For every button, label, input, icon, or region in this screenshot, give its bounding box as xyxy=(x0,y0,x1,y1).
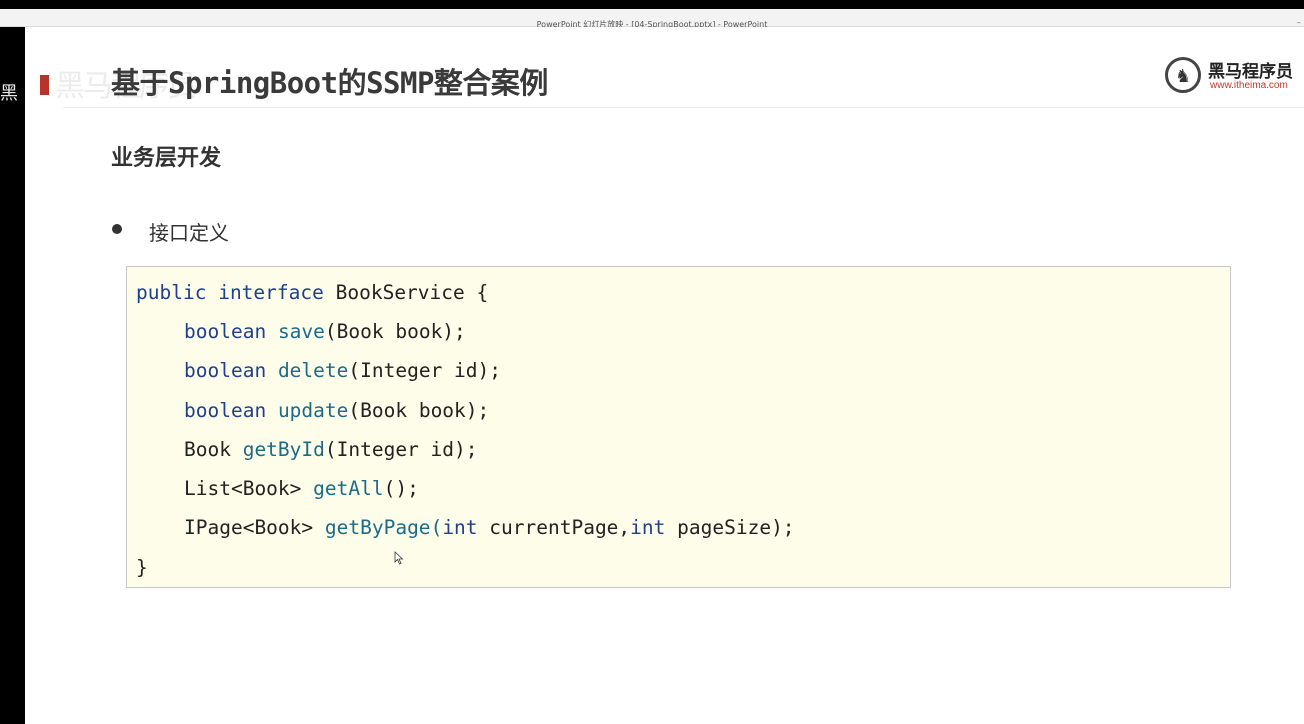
horse-logo-icon: ♞ xyxy=(1165,57,1201,93)
mouse-cursor-icon xyxy=(394,551,404,565)
code-method: delete xyxy=(277,359,349,382)
header-divider xyxy=(63,107,1304,108)
code-keyword: int xyxy=(442,516,478,539)
code-text: (Integer id); xyxy=(348,359,502,382)
section-heading: 业务层开发 xyxy=(111,146,222,171)
code-text: currentPage, xyxy=(477,516,631,539)
code-paren: ( xyxy=(430,516,443,539)
bullet-dot-icon xyxy=(112,224,122,234)
brand-logo: ♞ 黑马程序员 www.itheima.com xyxy=(1165,55,1299,97)
bullet-text: 接口定义 xyxy=(149,221,229,245)
code-type: boolean xyxy=(184,399,267,422)
code-text: pageSize); xyxy=(665,516,795,539)
code-line-5: Book getById(Integer id); xyxy=(184,438,478,462)
window-title-bar: PowerPoint 幻灯片放映 - [04-SpringBoot.pptx] … xyxy=(0,9,1304,29)
code-text: BookService { xyxy=(323,281,489,304)
code-method: getAll xyxy=(313,477,384,500)
code-type: boolean xyxy=(184,359,267,382)
code-line-2: boolean save(Book book); xyxy=(184,320,466,344)
left-strip-text: 黑 xyxy=(0,83,18,104)
code-type: Book xyxy=(184,438,243,461)
top-black-bar xyxy=(0,0,1304,9)
code-line-7: IPage<Book> getByPage(int currentPage,in… xyxy=(184,516,795,540)
logo-name: 黑马程序员 xyxy=(1208,62,1293,82)
title-accent-marker xyxy=(40,75,49,95)
logo-url: www.itheima.com xyxy=(1210,80,1288,91)
code-keyword: public xyxy=(136,281,207,304)
code-type: IPage<Book> xyxy=(184,516,325,539)
code-line-6: List<Book> getAll(); xyxy=(184,477,419,501)
code-text: (Integer id); xyxy=(324,438,478,461)
code-keyword: int xyxy=(630,516,666,539)
left-black-strip: 黑 xyxy=(0,27,25,724)
code-type: boolean xyxy=(184,320,267,343)
code-text: } xyxy=(136,556,148,579)
code-method: save xyxy=(277,320,325,343)
code-method: update xyxy=(277,399,349,422)
code-method: getByPage xyxy=(324,516,431,539)
code-method: getById xyxy=(242,438,325,461)
slide[interactable]: 黑马程序员 基于SpringBoot的SSMP整合案例 ♞ 黑马程序员 www.… xyxy=(25,27,1304,724)
code-line-8: } xyxy=(136,556,148,580)
code-line-3: boolean delete(Integer id); xyxy=(184,359,501,383)
code-text: (Book book); xyxy=(348,399,490,422)
code-keyword: interface xyxy=(218,281,324,304)
slide-title: 基于SpringBoot的SSMP整合案例 xyxy=(111,66,548,100)
code-line-1: public interface BookService { xyxy=(136,281,488,305)
code-type: List<Book> xyxy=(184,477,314,500)
code-line-4: boolean update(Book book); xyxy=(184,399,489,423)
code-text: (Book book); xyxy=(324,320,466,343)
code-block: public interface BookService { boolean s… xyxy=(126,266,1231,588)
code-text: (); xyxy=(383,477,419,500)
